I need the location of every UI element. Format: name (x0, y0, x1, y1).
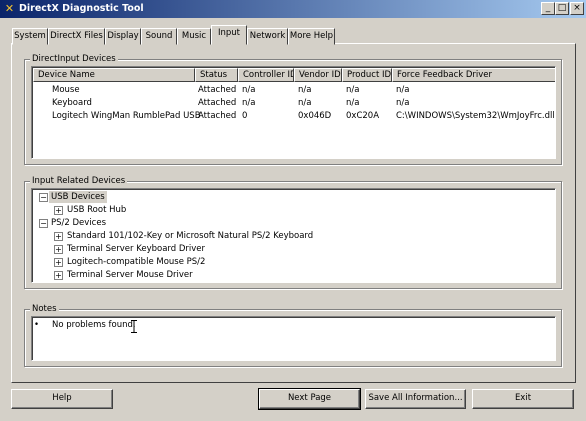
window-title: DirectX Diagnostic Tool (19, 3, 144, 14)
tab-music[interactable]: Music (177, 28, 211, 45)
tab-more-help[interactable]: More Help (288, 28, 335, 45)
expand-icon[interactable]: + (54, 232, 63, 241)
cell-product-id: n/a (346, 98, 360, 108)
tab-sound[interactable]: Sound (141, 28, 177, 45)
tab-input[interactable]: Input (211, 25, 247, 45)
cell-force-feedback-driver: n/a (396, 98, 410, 108)
input-related-devices-legend: Input Related Devices (30, 175, 128, 187)
tree-label[interactable]: Terminal Server Keyboard Driver (67, 243, 205, 255)
cell-controller-id: n/a (242, 85, 256, 95)
tab-display[interactable]: Display (105, 28, 141, 45)
cell-status: Attached (198, 111, 237, 121)
cell-product-id: 0xC20A (346, 111, 380, 121)
cell-controller-id: n/a (242, 98, 256, 108)
expand-icon[interactable]: + (54, 245, 63, 254)
notes-legend: Notes (30, 303, 59, 315)
cell-product-id: n/a (346, 85, 360, 95)
tree-label[interactable]: Terminal Server Mouse Driver (67, 269, 193, 281)
cell-force-feedback-driver: C:\WINDOWS\System32\WmJoyFrc.dll (396, 111, 555, 121)
cell-status: Attached (198, 85, 237, 95)
cell-device-name: Mouse (52, 85, 80, 95)
expand-icon[interactable]: + (54, 206, 63, 215)
cell-vendor-id: n/a (298, 85, 312, 95)
cell-device-name: Logitech WingMan RumblePad USB (52, 111, 201, 121)
directinput-devices-list[interactable]: Device Name Status Controller ID Vendor … (31, 66, 556, 159)
list-header: Device Name Status Controller ID Vendor … (33, 68, 555, 82)
bullet-icon: • (34, 320, 40, 330)
cell-controller-id: 0 (242, 111, 248, 121)
expand-icon[interactable]: + (54, 271, 63, 280)
tree-label[interactable]: USB Devices (49, 191, 107, 203)
collapse-icon[interactable]: − (39, 219, 48, 228)
cell-status: Attached (198, 98, 237, 108)
title-bar[interactable]: ✕ DirectX Diagnostic Tool _ □ × (0, 0, 586, 18)
column-product-id[interactable]: Product ID (342, 68, 392, 82)
tree-label[interactable]: USB Root Hub (67, 204, 126, 216)
cell-vendor-id: n/a (298, 98, 312, 108)
directx-diagnostic-window: ✕ DirectX Diagnostic Tool _ □ × System D… (0, 0, 586, 421)
next-page-button[interactable]: Next Page (258, 388, 361, 410)
column-status[interactable]: Status (195, 68, 238, 82)
text-cursor-icon (131, 320, 137, 333)
column-force-feedback-driver[interactable]: Force Feedback Driver (392, 68, 555, 82)
column-vendor-id[interactable]: Vendor ID (294, 68, 342, 82)
expand-icon[interactable]: + (54, 258, 63, 267)
maximize-button[interactable]: □ (555, 2, 569, 15)
column-controller-id[interactable]: Controller ID (238, 68, 294, 82)
column-device-name[interactable]: Device Name (33, 68, 195, 82)
save-all-information-button[interactable]: Save All Information... (365, 389, 466, 409)
collapse-icon[interactable]: − (39, 193, 48, 202)
notes-box[interactable]: • No problems found. (31, 316, 556, 361)
cell-device-name: Keyboard (52, 98, 92, 108)
tab-system[interactable]: System (12, 28, 48, 45)
cell-vendor-id: 0x046D (298, 111, 332, 121)
tab-directx-files[interactable]: DirectX Files (48, 28, 105, 45)
help-button[interactable]: Help (11, 389, 113, 409)
directx-app-icon: ✕ (4, 2, 15, 15)
directinput-devices-legend: DirectInput Devices (30, 53, 118, 65)
tab-network[interactable]: Network (247, 28, 288, 45)
tree-label[interactable]: PS/2 Devices (51, 217, 106, 229)
exit-button[interactable]: Exit (472, 389, 574, 409)
minimize-button[interactable]: _ (541, 2, 555, 15)
note-text: No problems found. (52, 320, 136, 330)
input-related-devices-tree[interactable]: − USB Devices + USB Root Hub − PS/2 Devi… (31, 188, 556, 283)
close-button[interactable]: × (570, 2, 584, 15)
tree-label[interactable]: Standard 101/102-Key or Microsoft Natura… (67, 230, 313, 242)
cell-force-feedback-driver: n/a (396, 85, 410, 95)
tree-label[interactable]: Logitech-compatible Mouse PS/2 (67, 256, 205, 268)
